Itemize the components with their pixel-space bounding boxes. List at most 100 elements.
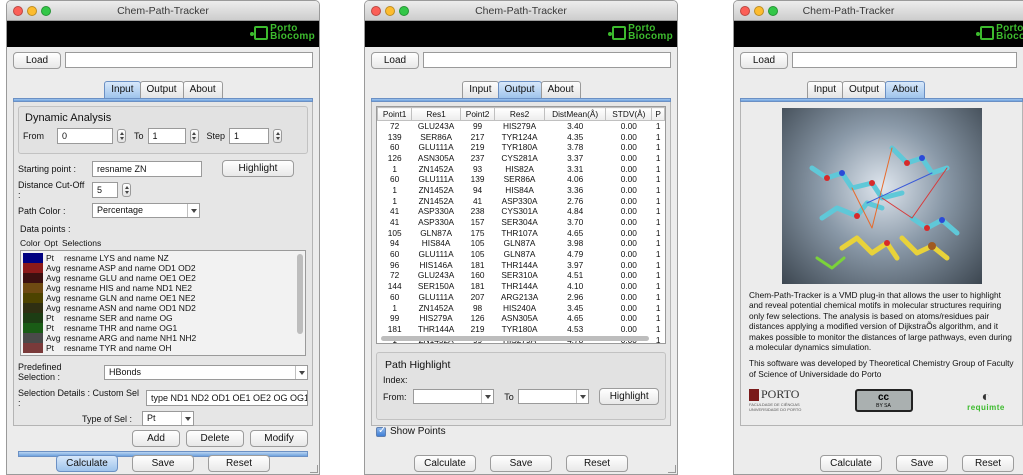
results-hscrollbar[interactable] [381, 336, 649, 341]
to-input[interactable]: 1 [147, 128, 186, 144]
tab-output[interactable]: Output [139, 81, 184, 98]
calculate-button[interactable]: Calculate [56, 455, 118, 472]
table-row[interactable]: 41 ASP330A 238 CYS301A 4.84 0.00 1 [378, 206, 665, 217]
distance-cutoff-input[interactable]: 5 [92, 182, 118, 198]
tab-output[interactable]: Output [497, 81, 542, 98]
tab-input[interactable]: Input [104, 81, 141, 98]
add-button[interactable]: Add [132, 430, 180, 447]
table-row[interactable]: 96 HIS146A 181 THR144A 3.97 0.00 1 [378, 259, 665, 270]
path-from-select[interactable] [412, 389, 495, 404]
close-window-icon[interactable] [740, 6, 750, 16]
table-row[interactable]: 60 GLU111A 219 TYR180A 3.78 0.00 1 [378, 142, 665, 153]
distance-cutoff-stepper[interactable] [122, 183, 131, 197]
load-path-field[interactable] [792, 52, 1017, 68]
table-row[interactable]: 1 ZN1452A 41 ASP330A 2.76 0.00 1 [378, 195, 665, 206]
table-row[interactable]: 41 ASP330A 157 SER304A 3.70 0.00 1 [378, 217, 665, 228]
highlight-button[interactable]: Highlight [222, 160, 294, 177]
type-of-sel-select[interactable]: Pt [142, 411, 194, 426]
table-row[interactable]: 99 HIS279A 126 ASN305A 4.65 0.00 1 [378, 313, 665, 324]
close-window-icon[interactable] [371, 6, 381, 16]
tab-about[interactable]: About [182, 81, 223, 98]
resize-handle[interactable] [310, 465, 318, 473]
list-item[interactable]: Pt resname LYS and name NZ [23, 253, 305, 263]
load-path-field[interactable] [65, 52, 313, 68]
load-button[interactable]: Load [371, 51, 419, 69]
save-button[interactable]: Save [896, 455, 948, 472]
to-stepper[interactable] [189, 129, 199, 143]
load-button[interactable]: Load [13, 51, 61, 69]
table-row[interactable]: 144 SER150A 181 THR144A 4.10 0.00 1 [378, 281, 665, 292]
zoom-window-icon[interactable] [768, 6, 778, 16]
titlebar[interactable]: Chem-Path-Tracker [365, 1, 677, 21]
list-item[interactable]: Avg resname ASN and name OD1 ND2 [23, 303, 305, 313]
reset-button[interactable]: Reset [566, 455, 628, 472]
tab-about[interactable]: About [540, 81, 581, 98]
load-path-field[interactable] [423, 52, 671, 68]
minimize-window-icon[interactable] [754, 6, 764, 16]
tab-input[interactable]: Input [806, 81, 844, 98]
column-header[interactable]: P [651, 107, 665, 121]
column-header[interactable]: Point2 [459, 107, 496, 121]
minimize-window-icon[interactable] [27, 6, 37, 16]
calculate-button[interactable]: Calculate [820, 455, 882, 472]
zoom-window-icon[interactable] [399, 6, 409, 16]
zoom-window-icon[interactable] [41, 6, 51, 16]
column-header[interactable]: Res1 [411, 107, 461, 121]
list-item[interactable]: Avg resname GLU and name OE1 OE2 [23, 273, 305, 283]
column-header[interactable]: Res2 [494, 107, 545, 121]
resize-handle[interactable] [668, 465, 676, 473]
minimize-window-icon[interactable] [385, 6, 395, 16]
column-header[interactable]: DistMean(Å) [543, 107, 607, 121]
load-button[interactable]: Load [740, 51, 788, 69]
list-item[interactable]: Pt resname TYR and name OH [23, 343, 305, 353]
table-row[interactable]: 1 ZN1452A 98 HIS240A 3.45 0.00 1 [378, 302, 665, 313]
list-item[interactable]: Pt resname THR and name OG1 [23, 323, 305, 333]
list-item[interactable]: Pt resname SER and name OG [23, 313, 305, 323]
table-row[interactable]: 72 GLU243A 160 SER310A 4.51 0.00 1 [378, 270, 665, 281]
step-stepper[interactable] [273, 129, 283, 143]
table-row[interactable]: 72 GLU243A 99 HIS279A 3.40 0.00 1 [378, 121, 665, 132]
titlebar[interactable]: Chem-Path-Tracker [734, 1, 1023, 21]
data-points-list[interactable]: Pt resname LYS and name NZ Avg resname ASP … [20, 250, 306, 356]
modify-button[interactable]: Modify [250, 430, 308, 447]
table-row[interactable]: 60 GLU111A 207 ARG213A 2.96 0.00 1 [378, 292, 665, 303]
list-item[interactable]: Avg resname ARG and name NH1 NH2 [23, 333, 305, 343]
column-header[interactable]: STDV(Å) [605, 107, 653, 121]
table-row[interactable]: 139 SER86A 217 TYR124A 4.35 0.00 1 [378, 131, 665, 142]
list-item[interactable]: Avg resname GLN and name OE1 NE2 [23, 293, 305, 303]
show-points-checkbox[interactable] [376, 425, 386, 437]
results-table-container[interactable]: Point1 Res1 Point2 Res2 DistMean(Å) STDV(Å) P … [376, 106, 666, 344]
table-row[interactable]: 181 THR144A 219 TYR180A 4.53 0.00 1 [378, 324, 665, 335]
from-input[interactable]: 0 [57, 128, 113, 144]
path-color-select[interactable]: Percentage [92, 203, 200, 218]
starting-point-input[interactable]: resname ZN [92, 160, 202, 177]
table-row[interactable]: 94 HIS84A 105 GLN87A 3.98 0.00 1 [378, 238, 665, 249]
close-window-icon[interactable] [13, 6, 23, 16]
table-row[interactable]: 105 GLN87A 175 THR107A 4.65 0.00 1 [378, 227, 665, 238]
list-item[interactable]: Avg resname ASP and name OD1 OD2 [23, 263, 305, 273]
table-row[interactable]: 1 ZN1452A 94 HIS84A 3.36 0.00 1 [378, 185, 665, 196]
from-stepper[interactable] [117, 129, 126, 143]
table-row[interactable]: 60 GLU111A 139 SER86A 4.06 0.00 1 [378, 174, 665, 185]
tab-input[interactable]: Input [462, 81, 499, 98]
reset-button[interactable]: Reset [962, 455, 1014, 472]
predefined-selection-select[interactable]: HBonds [104, 364, 308, 380]
table-row[interactable]: 60 GLU111A 105 GLN87A 4.79 0.00 1 [378, 249, 665, 260]
table-row[interactable]: 126 ASN305A 237 CYS281A 3.37 0.00 1 [378, 153, 665, 164]
column-header[interactable]: Point1 [377, 107, 413, 121]
delete-button[interactable]: Delete [186, 430, 244, 447]
reset-button[interactable]: Reset [208, 455, 270, 472]
table-row[interactable]: 1 ZN1452A 93 HIS82A 3.31 0.00 1 [378, 163, 665, 174]
save-button[interactable]: Save [490, 455, 552, 472]
path-highlight-button[interactable]: Highlight [599, 388, 659, 405]
tab-output[interactable]: Output [842, 81, 887, 98]
step-input[interactable]: 1 [229, 128, 270, 144]
save-button[interactable]: Save [132, 455, 194, 472]
custom-sel-input[interactable]: type ND1 ND2 OD1 OE1 OE2 OG OG1 N [146, 390, 308, 406]
calculate-button[interactable]: Calculate [414, 455, 476, 472]
list-item[interactable]: Avg resname HIS and name ND1 NE2 [23, 283, 305, 293]
titlebar[interactable]: Chem-Path-Tracker [7, 1, 319, 21]
data-points-scrollbar[interactable] [297, 254, 303, 334]
path-to-select[interactable] [517, 389, 590, 404]
tab-about[interactable]: About [885, 81, 926, 98]
